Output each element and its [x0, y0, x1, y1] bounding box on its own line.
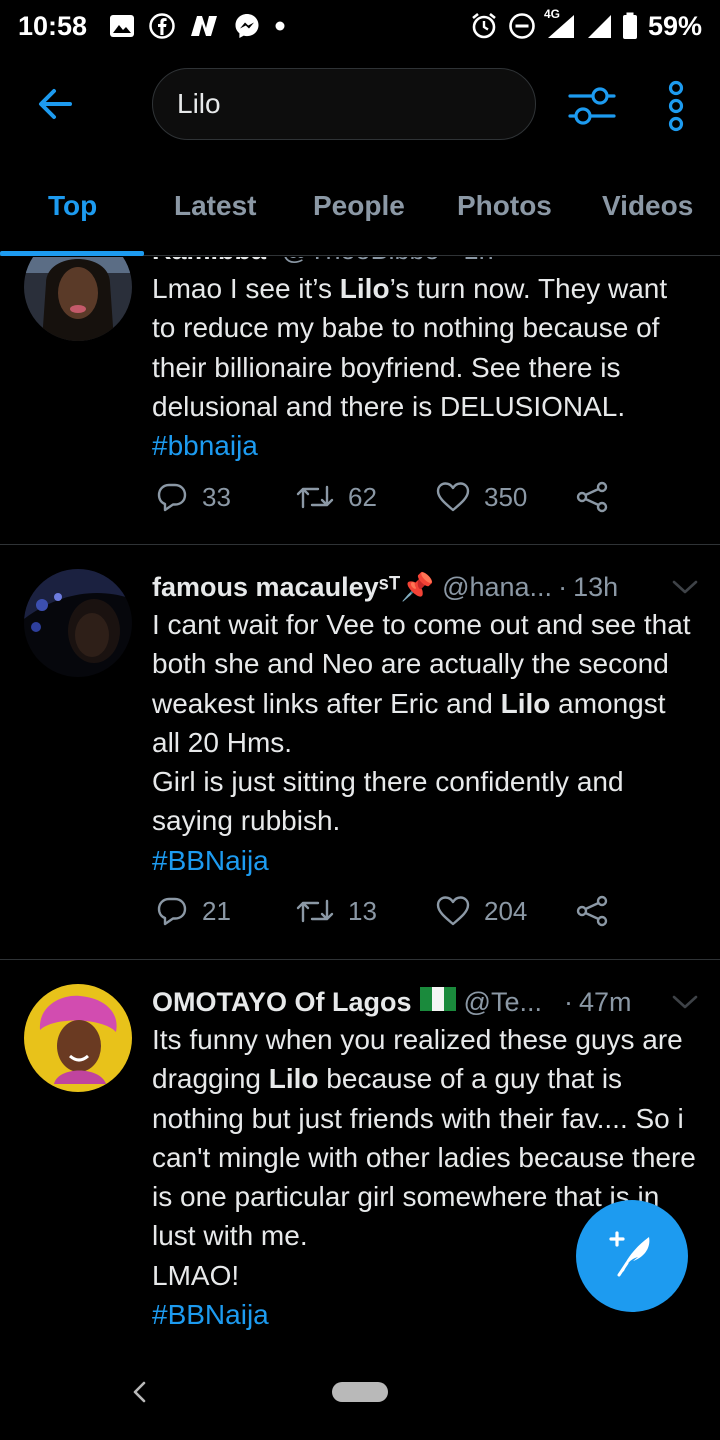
author-handle: @Te...	[463, 986, 542, 1017]
separator-dot: ·	[558, 571, 568, 602]
chevron-down-icon[interactable]	[670, 572, 700, 602]
share-icon	[576, 481, 608, 513]
author-name[interactable]: OMOTAYO Of Lagos	[152, 987, 412, 1018]
retweet-button[interactable]: 62	[296, 481, 377, 513]
tweet-text-part: Lmao I see it’s	[152, 273, 340, 304]
heart-icon	[436, 896, 470, 926]
active-tab-indicator	[0, 251, 144, 256]
like-button[interactable]: 350	[436, 481, 527, 513]
tweet-actions: 21 13 204	[152, 895, 632, 945]
hashtag-link[interactable]: #bbnaija	[152, 426, 696, 465]
compose-tweet-icon	[605, 1227, 659, 1286]
arrow-left-icon[interactable]	[32, 80, 80, 128]
tweet-header-partial: Ramibba @ThooBibbo · 1h	[152, 257, 494, 266]
system-navigation-bar	[0, 1368, 720, 1440]
gallery-icon	[109, 14, 135, 38]
nav-back-icon[interactable]	[126, 1378, 154, 1406]
author-name: Ramibba	[152, 257, 266, 265]
heart-icon	[436, 482, 470, 512]
author-handle: @ThooBibbo · 1h	[282, 257, 494, 265]
like-count: 350	[484, 481, 528, 512]
battery-percent: 59%	[647, 10, 702, 41]
system-icons: 4G 59%	[470, 7, 702, 42]
reply-icon	[157, 483, 187, 512]
tweet-text: I cant wait for Vee to come out and see …	[152, 605, 696, 880]
search-highlight: Lilo	[339, 273, 390, 304]
retweet-icon	[296, 899, 334, 923]
battery-icon	[622, 12, 638, 40]
do-not-disturb-icon	[508, 12, 536, 40]
like-button[interactable]: 204	[436, 895, 527, 927]
compose-tweet-button[interactable]	[576, 1200, 688, 1312]
search-input[interactable]: Lilo	[152, 68, 536, 140]
retweet-count: 13	[348, 895, 377, 926]
share-icon	[576, 895, 608, 927]
tab-people[interactable]: People	[313, 190, 405, 222]
search-tabs: Top Latest People Photos Videos	[0, 160, 720, 256]
more-vertical-icon[interactable]	[660, 78, 692, 134]
sliders-icon[interactable]	[566, 80, 618, 132]
search-highlight: Lilo	[268, 1063, 319, 1095]
network-label: 4G	[543, 7, 560, 21]
author-handle: @hana...	[442, 571, 553, 602]
reply-count: 33	[202, 481, 231, 512]
alarm-icon	[470, 12, 498, 40]
facebook-icon	[149, 13, 175, 39]
share-button[interactable]	[576, 481, 610, 513]
tweet-time: 13h	[573, 571, 619, 602]
author-name[interactable]: famous macauleyˢᵀ📌	[152, 571, 434, 603]
share-button[interactable]	[576, 895, 610, 927]
nav-home-pill[interactable]	[332, 1382, 388, 1402]
tab-latest[interactable]: Latest	[174, 190, 256, 222]
avatar[interactable]	[24, 984, 132, 1092]
avatar[interactable]	[24, 569, 132, 677]
tab-photos[interactable]: Photos	[457, 190, 552, 222]
messenger-icon	[233, 12, 261, 40]
search-highlight: Lilo	[500, 687, 551, 719]
reply-count: 21	[202, 895, 231, 926]
reply-button[interactable]: 21	[156, 895, 231, 927]
search-results-feed[interactable]: Ramibba @ThooBibbo · 1h Lmao I see it’s …	[0, 257, 720, 1367]
signal-4g-icon: 4G	[544, 7, 576, 39]
search-query: Lilo	[177, 88, 221, 119]
tweet[interactable]: Ramibba @ThooBibbo · 1h Lmao I see it’s …	[0, 257, 720, 545]
chevron-down-icon[interactable]	[670, 987, 700, 1017]
signal-icon	[586, 13, 612, 39]
avatar[interactable]	[24, 257, 132, 341]
news-app-icon	[189, 14, 219, 38]
tweet-header: OMOTAYO Of Lagos @Te... · 47m	[152, 982, 700, 1022]
like-count: 204	[484, 895, 528, 926]
tweet[interactable]: famous macauleyˢᵀ📌 @hana... · 13h I cant…	[0, 545, 720, 960]
nigeria-flag-icon	[419, 986, 456, 1019]
tweet-time: 47m	[578, 986, 632, 1017]
reply-button[interactable]: 33	[156, 481, 231, 513]
reply-icon	[157, 897, 187, 926]
status-time: 10:58	[18, 10, 88, 41]
notification-icons	[109, 12, 285, 40]
tab-videos[interactable]: Videos	[602, 190, 693, 222]
retweet-count: 62	[348, 481, 377, 512]
status-bar: 10:58 4G 59%	[0, 0, 720, 52]
more-notifications-dot-icon	[275, 21, 285, 31]
tweet-text: Lmao I see it’s Lilo’s turn now. They wa…	[152, 269, 696, 465]
retweet-icon	[296, 485, 334, 509]
tab-top[interactable]: Top	[48, 190, 97, 222]
hashtag-link[interactable]: #BBNaija	[152, 841, 696, 880]
search-header: Lilo	[0, 52, 720, 160]
tweet-header: famous macauleyˢᵀ📌 @hana... · 13h	[152, 567, 700, 607]
retweet-button[interactable]: 13	[296, 895, 377, 927]
tweet-actions: 33 62 350	[152, 481, 632, 531]
separator-dot: ·	[563, 986, 573, 1017]
